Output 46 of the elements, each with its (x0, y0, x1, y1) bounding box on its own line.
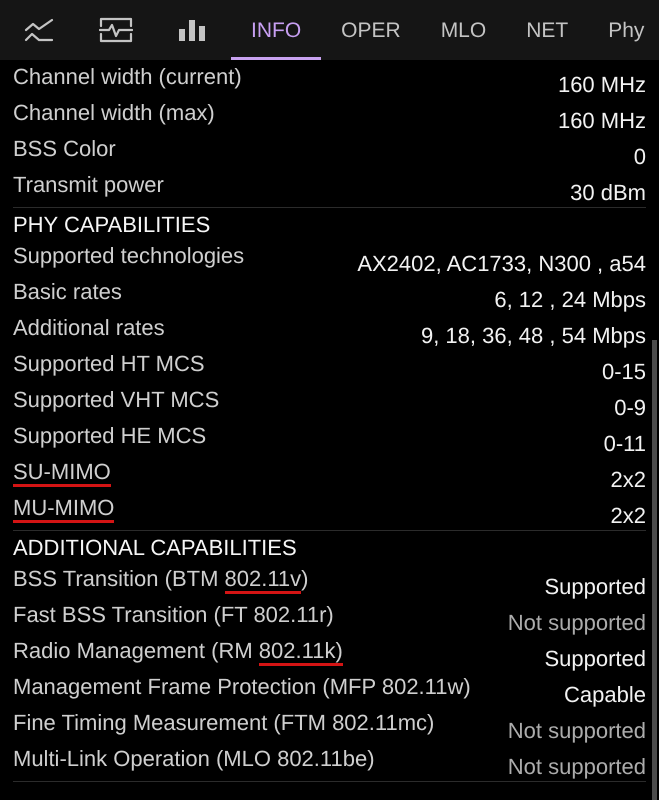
row-value: 0 (634, 143, 646, 171)
tab[interactable]: MLO (420, 0, 506, 60)
row-label: Supported HT MCS (13, 350, 205, 378)
bar-chart-icon (178, 20, 206, 40)
section-header: ADDITIONAL CAPABILITIES (13, 534, 298, 562)
row-label: Channel width (max) (13, 99, 215, 127)
row-value: Not supported (508, 609, 646, 637)
row-label: Supported technologies (13, 242, 244, 270)
row-label: Radio Management (RM 802.11k) (13, 637, 343, 666)
row-value: 160 MHz (558, 71, 646, 99)
row-value: 30 dBm (570, 179, 646, 207)
row-value: 2x2 (610, 466, 646, 494)
row-label: BSS Transition (BTM 802.11v) (13, 565, 308, 594)
row-value: 2x2 (610, 502, 646, 530)
row-label: Supported HE MCS (13, 422, 206, 450)
row-label: BSS Color (13, 135, 116, 163)
row-label: Fine Timing Measurement (FTM 802.11mc) (13, 709, 434, 737)
row-value: Supported (544, 573, 646, 601)
row-value: 6, 12 , 24 Mbps (494, 286, 646, 314)
row-value: Not supported (508, 717, 646, 745)
row-value: 0-15 (602, 358, 646, 386)
tab[interactable]: INFO (231, 0, 322, 60)
row-label: Additional rates (13, 314, 165, 342)
tab[interactable]: Phy (588, 0, 659, 60)
row-label: Channel width (current) (13, 63, 242, 91)
row-label: Multi-Link Operation (MLO 802.11be) (13, 745, 375, 773)
pulse-monitor-icon (98, 17, 132, 43)
row-label: Management Frame Protection (MFP 802.11w) (13, 673, 471, 701)
row-value: 9, 18, 36, 48 , 54 Mbps (420, 322, 646, 350)
row-label: Basic rates (13, 278, 122, 306)
row-label: Supported VHT MCS (13, 386, 220, 414)
row-value: Not supported (508, 753, 646, 781)
row-value: 160 MHz (558, 107, 646, 135)
row-value: 0-11 (604, 430, 646, 458)
row-label: MU-MIMO (13, 494, 114, 523)
row-label: SU-MIMO (13, 458, 111, 487)
row-value: 0-9 (614, 394, 646, 422)
section-header: PHY CAPABILITIES (13, 211, 212, 239)
row-value: Supported (544, 645, 646, 673)
row-label: Transmit power (13, 171, 164, 199)
tab[interactable]: OPER (321, 0, 421, 60)
row-label: Fast BSS Transition (FT 802.11r) (13, 601, 334, 629)
zigzag-lines-icon (24, 17, 54, 43)
tab[interactable]: NET (506, 0, 588, 60)
row-value: Capable (564, 681, 646, 709)
row-value: AX2402, AC1733, N300 , a54 (357, 250, 646, 278)
